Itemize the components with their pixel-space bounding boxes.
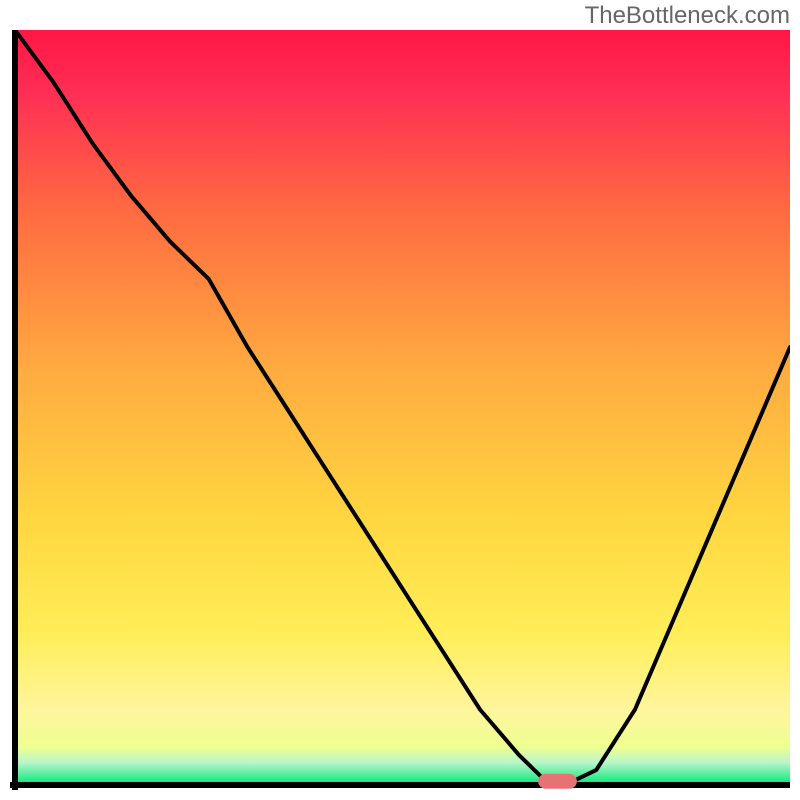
chart-svg	[10, 30, 790, 790]
optimal-marker	[538, 774, 577, 789]
chart-background	[15, 30, 790, 785]
watermark-text: TheBottleneck.com	[585, 2, 790, 30]
chart-container	[10, 30, 790, 790]
